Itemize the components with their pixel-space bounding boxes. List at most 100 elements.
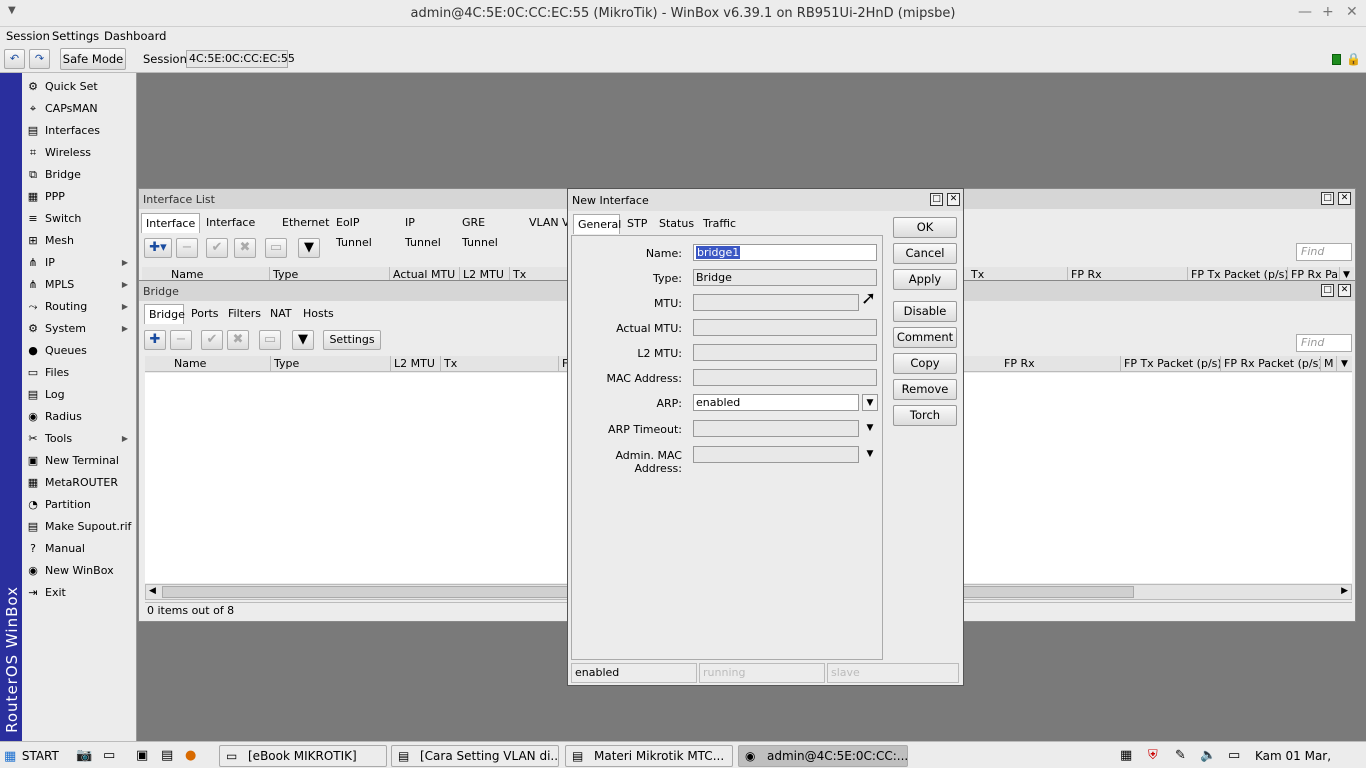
- admin-mac-input[interactable]: [693, 446, 859, 463]
- shield-icon[interactable]: ⛨: [1148, 745, 1158, 767]
- comment-icon[interactable]: ▭: [259, 330, 281, 350]
- disable-button[interactable]: Disable: [893, 301, 957, 322]
- file-manager-icon[interactable]: ▣: [136, 745, 148, 767]
- undo-icon[interactable]: ↶: [4, 49, 25, 69]
- sidebar-item-new-winbox[interactable]: ◉ New WinBox: [23, 560, 136, 582]
- arp-timeout-dropdown-icon[interactable]: ▼: [862, 420, 878, 437]
- tab-ports[interactable]: Ports: [187, 304, 222, 324]
- tab-traffic[interactable]: Traffic: [699, 214, 739, 234]
- tab-general[interactable]: General: [573, 214, 621, 234]
- admin-mac-dropdown-icon[interactable]: ▼: [862, 446, 878, 463]
- sidebar-item-routing[interactable]: ⤳ Routing ▶: [23, 296, 136, 318]
- sidebar-item-interfaces[interactable]: ▤ Interfaces: [23, 120, 136, 142]
- maximize-icon[interactable]: □: [1321, 192, 1334, 205]
- sidebar-item-mpls[interactable]: ⋔ MPLS ▶: [23, 274, 136, 296]
- firefox-icon[interactable]: ●: [185, 745, 196, 767]
- sidebar-item-switch[interactable]: ≡ Switch: [23, 208, 136, 230]
- tab-vlan[interactable]: VLAN: [525, 213, 560, 233]
- col-m[interactable]: M: [1321, 356, 1337, 371]
- tab-status[interactable]: Status: [655, 214, 695, 234]
- scroll-right-icon[interactable]: ▶: [1341, 586, 1348, 596]
- remove-icon[interactable]: −: [176, 238, 198, 258]
- volume-icon[interactable]: 🔈: [1200, 745, 1216, 767]
- apply-button[interactable]: Apply: [893, 269, 957, 290]
- scroll-left-icon[interactable]: ◀: [149, 586, 156, 596]
- col-fp-rx-packet[interactable]: FP Rx Packet (p/s): [1221, 356, 1321, 371]
- remove-button[interactable]: Remove: [893, 379, 957, 400]
- tab-stp[interactable]: STP: [623, 214, 651, 234]
- enable-icon[interactable]: ✔: [206, 238, 228, 258]
- terminal-icon[interactable]: ▤: [161, 745, 173, 767]
- menu-settings[interactable]: Settings: [52, 29, 99, 43]
- sidebar-item-ip[interactable]: ⋔ IP ▶: [23, 252, 136, 274]
- sidebar-item-ppp[interactable]: ▦ PPP: [23, 186, 136, 208]
- col-tx[interactable]: Tx: [441, 356, 559, 371]
- col-type[interactable]: Type: [271, 356, 391, 371]
- sidebar-item-tools[interactable]: ✂ Tools ▶: [23, 428, 136, 450]
- sidebar-item-partition[interactable]: ◔ Partition: [23, 494, 136, 516]
- taskbar-item[interactable]: ▤ [Cara Setting VLAN di...: [391, 745, 559, 767]
- remove-icon[interactable]: −: [170, 330, 192, 350]
- filter-icon[interactable]: ▼: [292, 330, 314, 350]
- enable-icon[interactable]: ✔: [201, 330, 223, 350]
- col-l2-mtu[interactable]: L2 MTU: [391, 356, 441, 371]
- tab-nat[interactable]: NAT: [266, 304, 296, 324]
- bridge-find-input[interactable]: Find: [1296, 334, 1352, 352]
- menu-dashboard[interactable]: Dashboard: [104, 29, 166, 43]
- arp-dropdown-icon[interactable]: ▼: [862, 394, 878, 411]
- session-field[interactable]: 4C:5E:0C:CC:EC:55: [186, 50, 295, 68]
- name-input[interactable]: bridge1: [693, 244, 877, 261]
- tab-gre-tunnel[interactable]: GRE Tunnel: [458, 213, 522, 249]
- copy-button[interactable]: Copy: [893, 353, 957, 374]
- cancel-button[interactable]: Cancel: [893, 243, 957, 264]
- col-name[interactable]: Name: [171, 356, 271, 371]
- col-fp-rx[interactable]: FP Rx: [1001, 356, 1121, 371]
- ok-button[interactable]: OK: [893, 217, 957, 238]
- tab-ethernet[interactable]: Ethernet: [278, 213, 330, 233]
- screenshot-icon[interactable]: 📷: [76, 745, 92, 767]
- col-fp-tx-packet[interactable]: FP Tx Packet (p/s): [1121, 356, 1221, 371]
- sidebar-item-quick-set[interactable]: ⚙ Quick Set: [23, 76, 136, 98]
- arp-select[interactable]: enabled: [693, 394, 859, 411]
- sidebar-item-log[interactable]: ▤ Log: [23, 384, 136, 406]
- maximize-icon[interactable]: □: [930, 193, 943, 206]
- tab-ip-tunnel[interactable]: IP Tunnel: [401, 213, 455, 249]
- close-icon[interactable]: ✕: [1346, 4, 1358, 20]
- redo-icon[interactable]: ↷: [29, 49, 50, 69]
- sidebar-item-new-terminal[interactable]: ▣ New Terminal: [23, 450, 136, 472]
- start-button[interactable]: ▦ START: [4, 745, 64, 767]
- torch-button[interactable]: Torch: [893, 405, 957, 426]
- filter-icon[interactable]: ▼: [298, 238, 320, 258]
- sidebar-item-files[interactable]: ▭ Files: [23, 362, 136, 384]
- columns-menu-icon[interactable]: ▼: [1338, 356, 1352, 371]
- interface-find-input[interactable]: Find: [1296, 243, 1352, 261]
- maximize-icon[interactable]: □: [1321, 284, 1334, 297]
- dialog-titlebar[interactable]: New Interface □ ✕: [568, 189, 963, 211]
- sidebar-item-metarouter[interactable]: ▦ MetaROUTER: [23, 472, 136, 494]
- network-icon[interactable]: ▦: [1120, 745, 1132, 767]
- sidebar-item-exit[interactable]: ⇥ Exit: [23, 582, 136, 604]
- comment-icon[interactable]: ▭: [265, 238, 287, 258]
- sidebar-item-system[interactable]: ⚙ System ▶: [23, 318, 136, 340]
- sidebar-item-bridge[interactable]: ⧉ Bridge: [23, 164, 136, 186]
- tab-eoip-tunnel[interactable]: EoIP Tunnel: [332, 213, 399, 249]
- sidebar-item-capsman[interactable]: ⌖ CAPsMAN: [23, 98, 136, 120]
- menu-session[interactable]: Session: [6, 29, 50, 43]
- sidebar-item-radius[interactable]: ◉ Radius: [23, 406, 136, 428]
- sidebar-item-make-supout-rif[interactable]: ▤ Make Supout.rif: [23, 516, 136, 538]
- minimize-icon[interactable]: —: [1298, 4, 1312, 20]
- pen-icon[interactable]: ✎: [1175, 745, 1186, 767]
- add-icon[interactable]: ✚: [144, 330, 166, 350]
- keyboard-icon[interactable]: ▭: [103, 745, 115, 767]
- maximize-icon[interactable]: +: [1322, 4, 1334, 20]
- disable-icon[interactable]: ✖: [234, 238, 256, 258]
- disable-icon[interactable]: ✖: [227, 330, 249, 350]
- tab-filters[interactable]: Filters: [224, 304, 264, 324]
- taskbar-item[interactable]: ▭ [eBook MIKROTIK]: [219, 745, 387, 767]
- tab-hosts[interactable]: Hosts: [299, 304, 339, 324]
- close-icon[interactable]: ✕: [1338, 284, 1351, 297]
- close-icon[interactable]: ✕: [947, 193, 960, 206]
- sidebar-item-manual[interactable]: ? Manual: [23, 538, 136, 560]
- close-icon[interactable]: ✕: [1338, 192, 1351, 205]
- tab-interface[interactable]: Interface: [141, 213, 200, 233]
